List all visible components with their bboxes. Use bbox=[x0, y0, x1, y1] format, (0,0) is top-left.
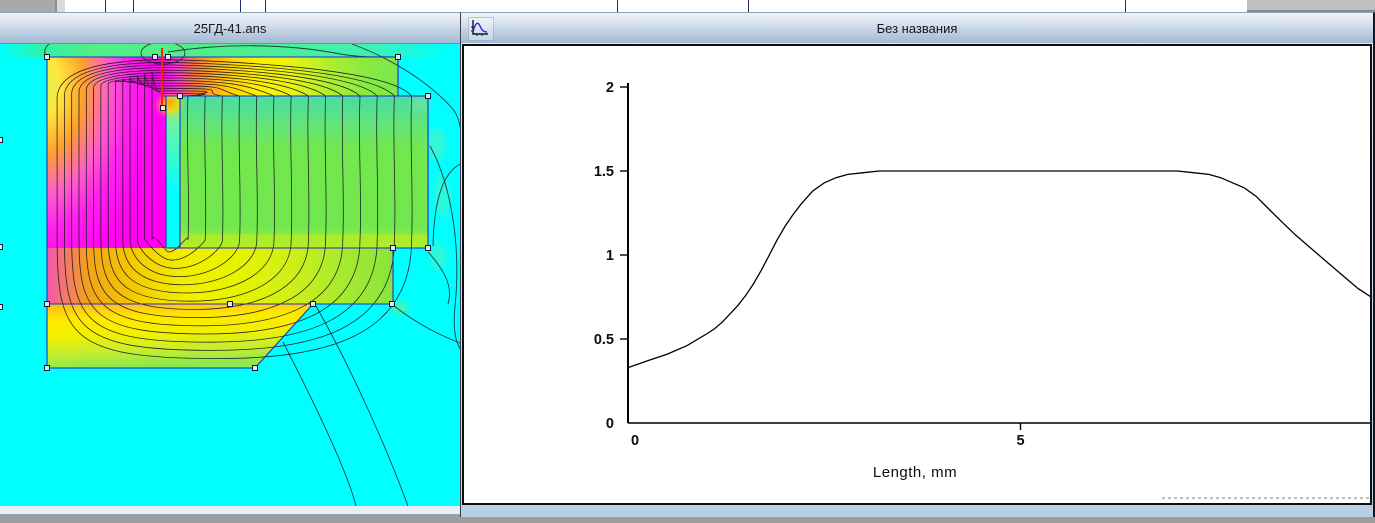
right-window-title: Без названия bbox=[876, 20, 958, 36]
left-window-titlebar[interactable]: 25ГД-41.ans bbox=[0, 12, 460, 44]
left-window-bottom-frame bbox=[0, 506, 460, 515]
svg-text:Length, mm: Length, mm bbox=[873, 464, 957, 481]
right-window-titlebar[interactable]: Без названия bbox=[461, 13, 1373, 43]
background-scrollbar-area[interactable] bbox=[1247, 0, 1375, 12]
plot-icon-glyph bbox=[471, 20, 488, 36]
svg-text:0: 0 bbox=[631, 433, 639, 449]
xy-plot: 0 0.5 1 1.5 2 0 5 Length, mm bbox=[594, 80, 1372, 499]
svg-text:1.5: 1.5 bbox=[594, 164, 614, 180]
desktop: { "left_window": { "title": "25ГД-41.ans… bbox=[0, 0, 1375, 523]
svg-text:5: 5 bbox=[1016, 433, 1024, 449]
chart-canvas[interactable]: 0 0.5 1 1.5 2 0 5 Length, mm bbox=[462, 44, 1372, 505]
left-window-title: 25ГД-41.ans bbox=[193, 20, 267, 36]
svg-text:0: 0 bbox=[606, 416, 614, 432]
svg-text:2: 2 bbox=[606, 80, 614, 96]
magnetic-field-picture bbox=[0, 44, 460, 506]
field-regions bbox=[0, 44, 460, 506]
window-field-picture: 25ГД-41.ans bbox=[0, 12, 460, 506]
field-plot-canvas[interactable] bbox=[0, 44, 460, 506]
window-xy-plot: Без названия 0 0.5 1 1.5 2 0 5 Length, mm bbox=[460, 12, 1375, 517]
svg-text:0.5: 0.5 bbox=[594, 332, 614, 348]
svg-text:1: 1 bbox=[606, 248, 614, 264]
plot-icon[interactable] bbox=[468, 17, 494, 41]
